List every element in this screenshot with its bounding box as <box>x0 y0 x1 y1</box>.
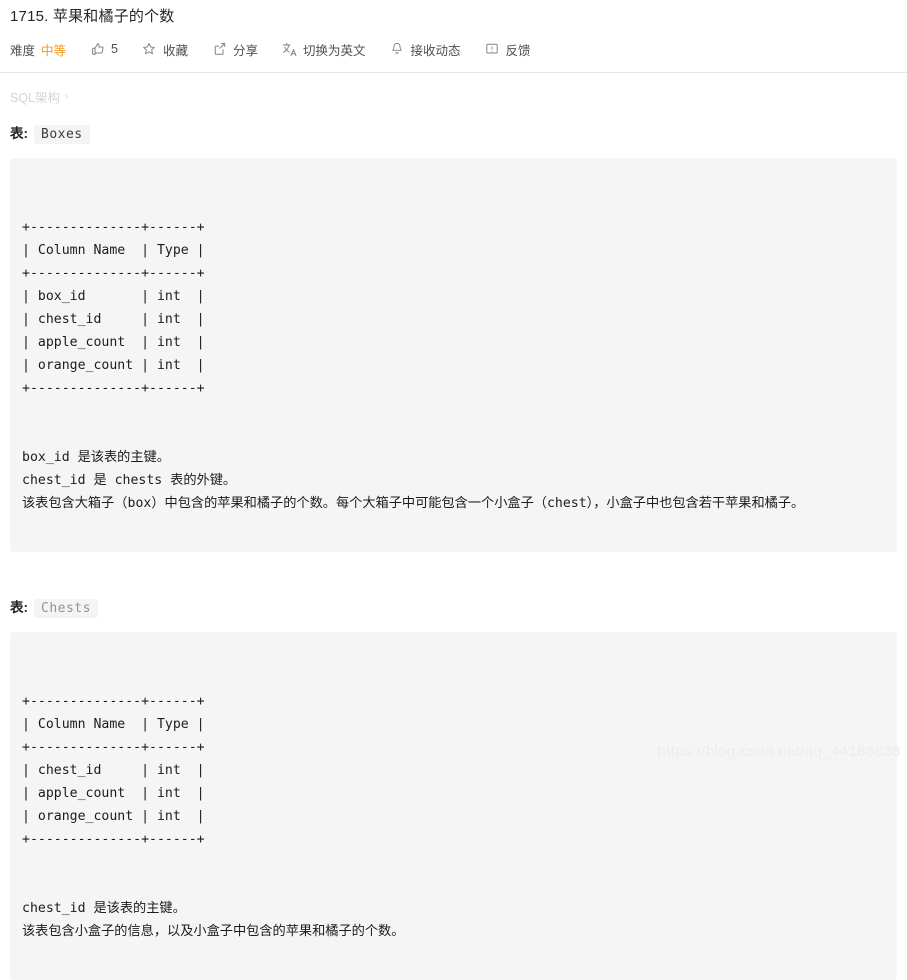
breadcrumb[interactable]: SQL架构 › <box>0 73 78 106</box>
difficulty-label: 难度 <box>10 43 36 58</box>
table-label-chests: 表: Chests <box>0 596 907 618</box>
feedback-label: 反馈 <box>505 43 531 58</box>
schema-block-boxes: +--------------+------+ | Column Name | … <box>10 158 897 552</box>
share-label: 分享 <box>233 43 259 58</box>
meta-toolbar: 难度 中等 5 收藏 分享 切换为英文 接收动态 反馈 <box>10 34 897 64</box>
subscribe-label: 接收动态 <box>410 43 461 58</box>
like-count: 5 <box>111 42 118 56</box>
translate-label: 切换为英文 <box>303 43 366 58</box>
subscribe-button[interactable]: 接收动态 <box>390 40 461 59</box>
table-label-prefix: 表: <box>10 126 28 141</box>
table-name-chip: Boxes <box>34 125 90 144</box>
star-icon <box>142 42 157 57</box>
share-icon <box>212 42 227 57</box>
schema-block-chests: +--------------+------+ | Column Name | … <box>10 632 897 980</box>
translate-icon <box>282 42 297 57</box>
table-label-prefix: 表: <box>10 600 28 615</box>
feedback-icon <box>485 42 500 57</box>
favorite-button[interactable]: 收藏 <box>142 40 188 59</box>
table-name-chip: Chests <box>34 599 98 618</box>
difficulty-indicator: 难度 中等 <box>10 40 66 59</box>
header-divider <box>0 72 907 73</box>
ascii-schema-table: +--------------+------+ | Column Name | … <box>22 694 205 847</box>
feedback-button[interactable]: 反馈 <box>485 40 531 59</box>
translate-button[interactable]: 切换为英文 <box>282 40 366 59</box>
schema-description: box_id 是该表的主键。 chest_id 是 chests 表的外键。 该… <box>22 450 805 511</box>
ascii-schema-table: +--------------+------+ | Column Name | … <box>22 220 205 396</box>
thumbs-up-icon <box>90 42 105 57</box>
table-label-boxes: 表: Boxes <box>0 122 907 144</box>
breadcrumb-item-sql-schema[interactable]: SQL架构 <box>10 87 60 106</box>
page-header: 1715. 苹果和橘子的个数 难度 中等 5 收藏 分享 切换为英文 接收动态 … <box>0 0 907 64</box>
page-title: 1715. 苹果和橘子的个数 <box>10 8 175 25</box>
schema-description: chest_id 是该表的主键。 该表包含小盒子的信息，以及小盒子中包含的苹果和… <box>22 901 405 939</box>
share-button[interactable]: 分享 <box>212 40 258 59</box>
difficulty-value: 中等 <box>41 43 67 58</box>
favorite-label: 收藏 <box>162 43 188 58</box>
like-button[interactable]: 5 <box>90 42 118 57</box>
bell-icon <box>390 42 405 57</box>
chevron-right-icon: › <box>65 91 69 102</box>
